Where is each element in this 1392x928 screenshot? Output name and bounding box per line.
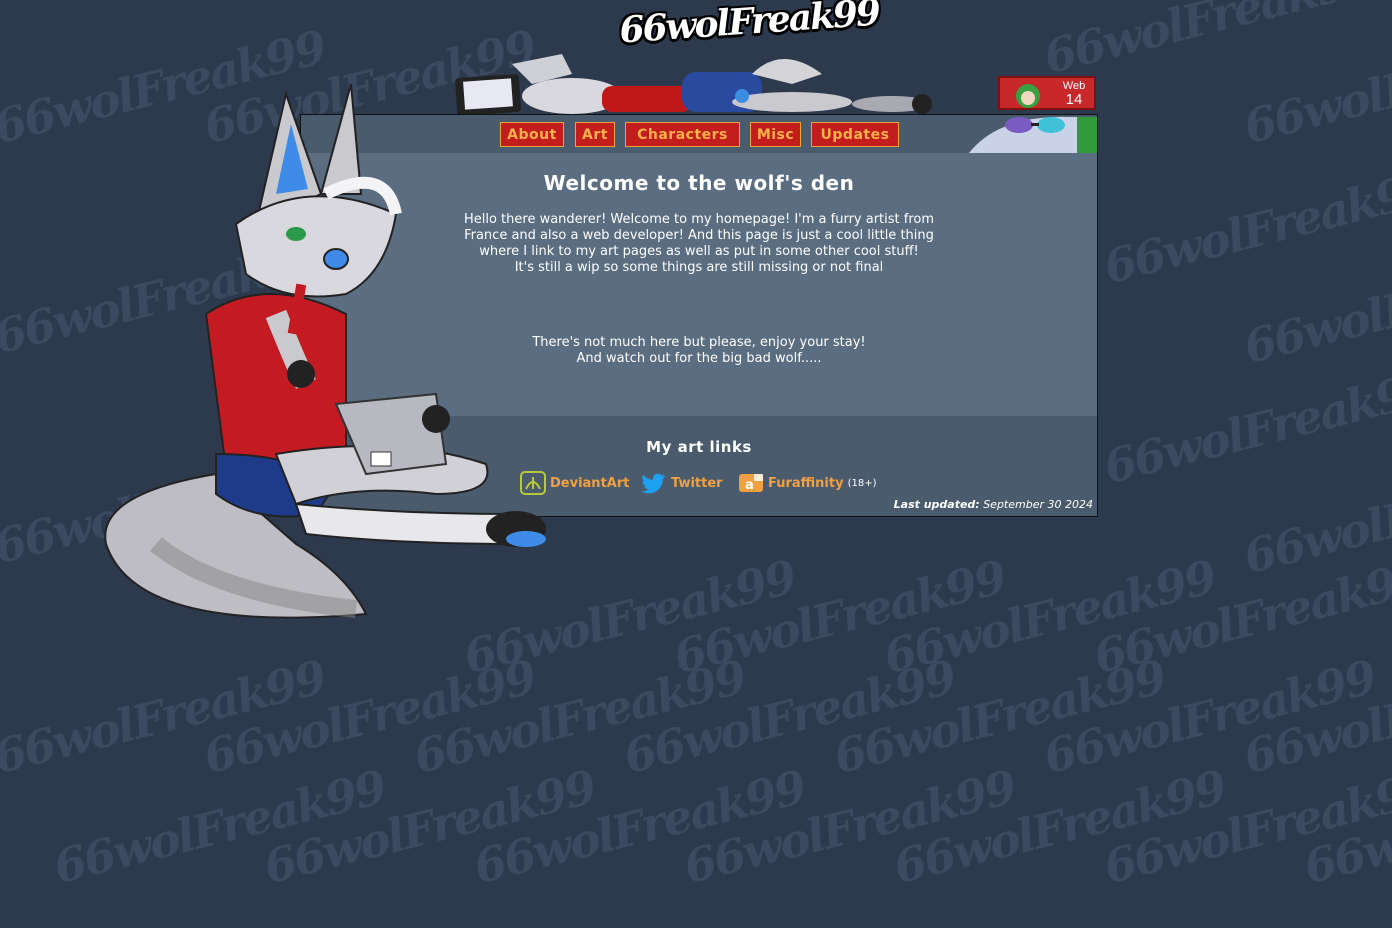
watermark-logo: 66wolFreak99 xyxy=(1238,449,1392,585)
corner-character-art xyxy=(959,115,1097,153)
svg-text:a: a xyxy=(745,478,754,493)
watermark-logo: 66wolFreak99 xyxy=(1298,759,1392,895)
watermark-logo: 66wolFreak99 xyxy=(258,759,601,895)
furaffinity-link[interactable]: a Furaffinity (18+) xyxy=(738,470,876,496)
watermark-logo: 66wolFreak99 xyxy=(0,649,331,785)
watermark-logo: 66wolFreak99 xyxy=(1088,549,1392,685)
nav-misc-button[interactable]: Misc xyxy=(750,122,801,147)
twitter-link[interactable]: Twitter xyxy=(641,470,723,496)
watermark-logo: 66wolFreak99 xyxy=(1098,159,1392,295)
watermark-logo: 66wolFreak99 xyxy=(468,759,811,895)
deviantart-label: DeviantArt xyxy=(550,475,630,491)
last-updated-label: Last updated: xyxy=(893,498,980,511)
last-updated-date: September 30 2024 xyxy=(983,498,1093,511)
watermark-logo: 66wolFreak99 xyxy=(48,759,391,895)
watermark-logo: 66wolFreak99 xyxy=(1098,759,1392,895)
furaffinity-icon: a xyxy=(739,474,763,493)
watermark-logo: 66wolFreak99 xyxy=(408,649,751,785)
watermark-logo: 66wolFreak99 xyxy=(1038,649,1381,785)
twitter-bird-icon xyxy=(641,473,666,494)
furaffinity-label: Furaffinity xyxy=(768,475,844,491)
nav-updates-button[interactable]: Updates xyxy=(811,122,899,147)
watermark-logo: 66wolFreak99 xyxy=(198,649,541,785)
furaffinity-age-note: (18+) xyxy=(847,477,877,489)
watermark-logo: 66wolFreak99 xyxy=(668,549,1011,685)
watermark-logo: 66wolFreak99 xyxy=(1098,359,1392,495)
watermark-logo: 66wolFreak99 xyxy=(1238,19,1392,155)
badge-avatar xyxy=(1002,78,1054,108)
watermark-logo: 66wolFreak99 xyxy=(1238,649,1392,785)
watermark-logo: 66wolFreak99 xyxy=(1038,0,1381,85)
last-updated: Last updated: September 30 2024 xyxy=(894,498,1093,511)
nav-art-button[interactable]: Art xyxy=(575,122,615,147)
web-ring-badge[interactable]: Web 14 xyxy=(998,76,1096,110)
nav-characters-button[interactable]: Characters xyxy=(625,122,740,147)
watermark-logo: 66wolFreak99 xyxy=(618,649,961,785)
watermark-logo: 66wolFreak99 xyxy=(828,649,1171,785)
wolf-mascot-illustration xyxy=(104,83,546,619)
twitter-label: Twitter xyxy=(671,475,723,491)
watermark-logo: 66wolFreak99 xyxy=(1238,239,1392,375)
badge-number: 14 xyxy=(1065,91,1083,108)
watermark-logo: 66wolFreak99 xyxy=(678,759,1021,895)
watermark-logo: 66wolFreak99 xyxy=(878,549,1221,685)
watermark-logo: 66wolFreak99 xyxy=(888,759,1231,895)
